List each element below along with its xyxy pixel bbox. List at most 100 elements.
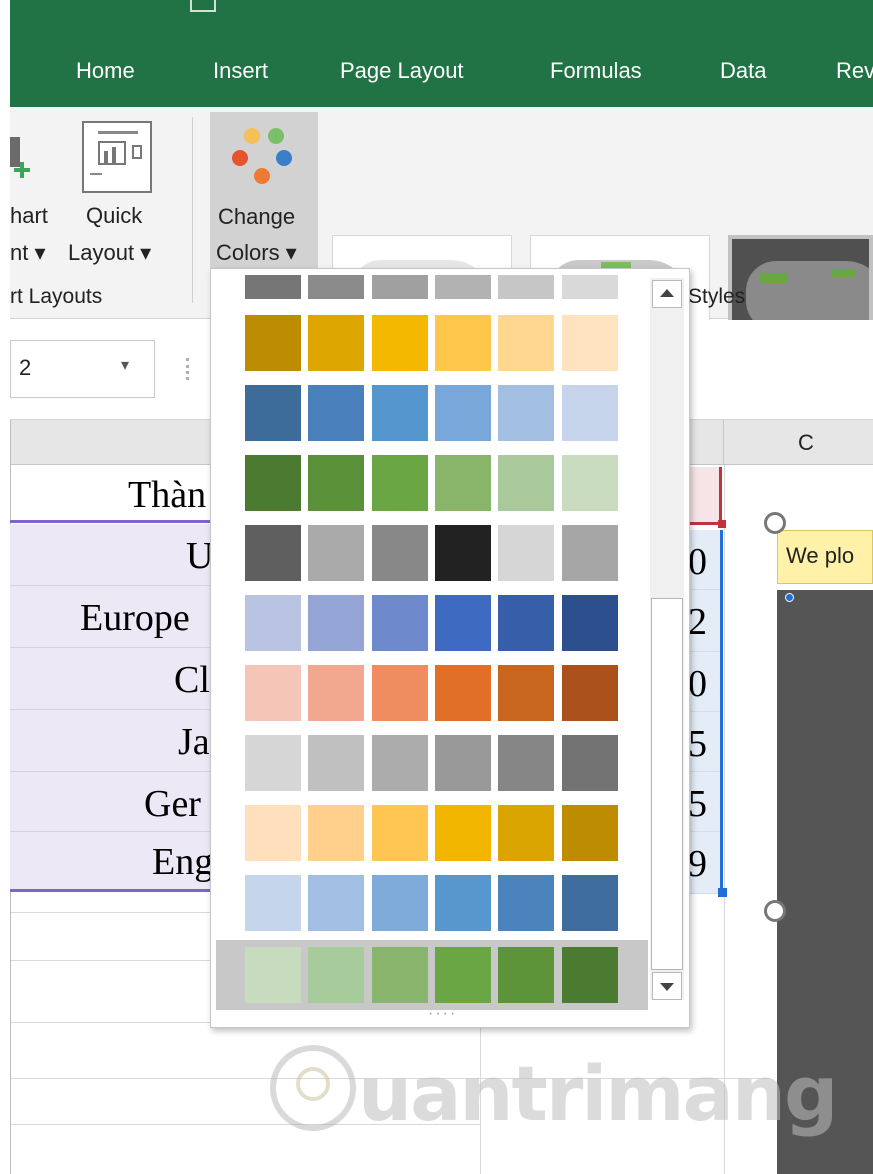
color-swatch[interactable] bbox=[498, 805, 554, 861]
color-swatch[interactable] bbox=[435, 525, 491, 581]
color-swatch[interactable] bbox=[435, 875, 491, 931]
resize-grip[interactable]: ···· bbox=[428, 1005, 457, 1023]
color-swatch[interactable] bbox=[245, 665, 301, 721]
chart-resize-handle-mid[interactable] bbox=[764, 900, 786, 922]
color-swatch[interactable] bbox=[562, 525, 618, 581]
color-swatch-selected[interactable] bbox=[498, 947, 554, 1003]
color-swatch[interactable] bbox=[245, 455, 301, 511]
color-swatch-selected[interactable] bbox=[308, 947, 364, 1003]
cell-header[interactable]: Thàn bbox=[10, 465, 220, 523]
color-swatch[interactable] bbox=[245, 595, 301, 651]
scroll-up-button[interactable] bbox=[652, 280, 682, 308]
color-swatch[interactable] bbox=[308, 875, 364, 931]
tab-review[interactable]: Rev bbox=[836, 58, 873, 84]
scroll-down-button[interactable] bbox=[652, 972, 682, 1000]
color-swatch[interactable] bbox=[372, 385, 428, 441]
color-swatch[interactable] bbox=[245, 525, 301, 581]
color-swatch[interactable] bbox=[498, 735, 554, 791]
color-swatch[interactable] bbox=[245, 315, 301, 371]
tab-insert[interactable]: Insert bbox=[213, 58, 268, 84]
color-swatch-selected[interactable] bbox=[372, 947, 428, 1003]
color-swatch[interactable] bbox=[245, 805, 301, 861]
color-swatch[interactable] bbox=[372, 735, 428, 791]
color-swatch[interactable] bbox=[245, 385, 301, 441]
color-swatch[interactable] bbox=[562, 665, 618, 721]
tab-home[interactable]: Home bbox=[76, 58, 135, 84]
color-swatch[interactable] bbox=[308, 735, 364, 791]
column-header-c[interactable]: C bbox=[798, 430, 814, 456]
color-swatch[interactable] bbox=[498, 525, 554, 581]
tab-page-layout[interactable]: Page Layout bbox=[340, 58, 464, 84]
color-swatch[interactable] bbox=[372, 595, 428, 651]
color-swatch-selected[interactable] bbox=[245, 947, 301, 1003]
color-swatch[interactable] bbox=[245, 735, 301, 791]
change-colors-button[interactable]: Change Colors ▾ bbox=[210, 112, 318, 268]
color-swatch[interactable] bbox=[308, 805, 364, 861]
color-swatch[interactable] bbox=[372, 665, 428, 721]
color-swatch[interactable] bbox=[245, 275, 301, 299]
color-swatch[interactable] bbox=[562, 455, 618, 511]
color-swatch[interactable] bbox=[498, 385, 554, 441]
color-swatch[interactable] bbox=[435, 385, 491, 441]
color-swatch[interactable] bbox=[562, 595, 618, 651]
color-swatch[interactable] bbox=[372, 315, 428, 371]
table-row[interactable]: U bbox=[10, 524, 220, 586]
color-swatch[interactable] bbox=[498, 595, 554, 651]
table-row[interactable]: Ger bbox=[10, 772, 220, 832]
blue-resize-handle[interactable] bbox=[718, 888, 727, 897]
scroll-thumb[interactable] bbox=[651, 598, 683, 970]
color-swatch[interactable] bbox=[562, 275, 618, 299]
color-swatch[interactable] bbox=[562, 315, 618, 371]
chart-resize-handle-top[interactable] bbox=[764, 512, 786, 534]
color-swatch[interactable] bbox=[498, 875, 554, 931]
table-row[interactable]: Europe bbox=[10, 586, 220, 648]
color-swatch[interactable] bbox=[435, 665, 491, 721]
name-box[interactable]: 2 ▾ bbox=[10, 340, 155, 398]
color-swatch[interactable] bbox=[562, 805, 618, 861]
value-cell[interactable]: 5 bbox=[688, 772, 723, 832]
tab-formulas[interactable]: Formulas bbox=[550, 58, 642, 84]
color-swatch[interactable] bbox=[435, 275, 491, 299]
value-cell[interactable]: 9 bbox=[688, 832, 723, 894]
color-swatch[interactable] bbox=[372, 525, 428, 581]
value-cell[interactable]: 2 bbox=[688, 590, 723, 652]
color-swatch[interactable] bbox=[498, 455, 554, 511]
table-row[interactable]: Ja bbox=[10, 710, 220, 772]
save-icon[interactable] bbox=[190, 0, 216, 12]
color-swatch[interactable] bbox=[372, 275, 428, 299]
color-swatch[interactable] bbox=[308, 525, 364, 581]
chart-title-box[interactable]: We plo bbox=[777, 530, 873, 584]
color-swatch[interactable] bbox=[308, 665, 364, 721]
table-row[interactable]: Cl bbox=[10, 648, 220, 710]
color-swatch[interactable] bbox=[498, 275, 554, 299]
table-row[interactable]: Eng bbox=[10, 832, 220, 892]
value-cell[interactable]: 0 bbox=[688, 530, 723, 590]
color-swatch[interactable] bbox=[435, 315, 491, 371]
color-swatch-selected[interactable] bbox=[435, 947, 491, 1003]
color-swatch[interactable] bbox=[435, 595, 491, 651]
plot-area-handle[interactable] bbox=[785, 593, 794, 602]
value-cell[interactable]: 0 bbox=[688, 652, 723, 712]
color-swatch[interactable] bbox=[308, 455, 364, 511]
chevron-down-icon[interactable]: ▾ bbox=[121, 355, 129, 375]
color-swatch[interactable] bbox=[435, 735, 491, 791]
formula-bar-handle[interactable] bbox=[186, 358, 189, 380]
value-cell[interactable]: 5 bbox=[688, 712, 723, 772]
color-swatch[interactable] bbox=[498, 665, 554, 721]
color-swatch[interactable] bbox=[372, 805, 428, 861]
color-swatch[interactable] bbox=[372, 875, 428, 931]
color-swatch[interactable] bbox=[498, 315, 554, 371]
color-swatch-selected[interactable] bbox=[562, 947, 618, 1003]
color-swatch[interactable] bbox=[308, 595, 364, 651]
color-swatch[interactable] bbox=[435, 805, 491, 861]
color-swatch[interactable] bbox=[308, 275, 364, 299]
red-resize-handle[interactable] bbox=[718, 520, 726, 528]
color-swatch[interactable] bbox=[372, 455, 428, 511]
color-swatch[interactable] bbox=[562, 385, 618, 441]
color-swatch[interactable] bbox=[245, 875, 301, 931]
color-swatch[interactable] bbox=[562, 735, 618, 791]
color-swatch[interactable] bbox=[562, 875, 618, 931]
tab-data[interactable]: Data bbox=[720, 58, 766, 84]
color-swatch[interactable] bbox=[308, 315, 364, 371]
color-swatch[interactable] bbox=[435, 455, 491, 511]
